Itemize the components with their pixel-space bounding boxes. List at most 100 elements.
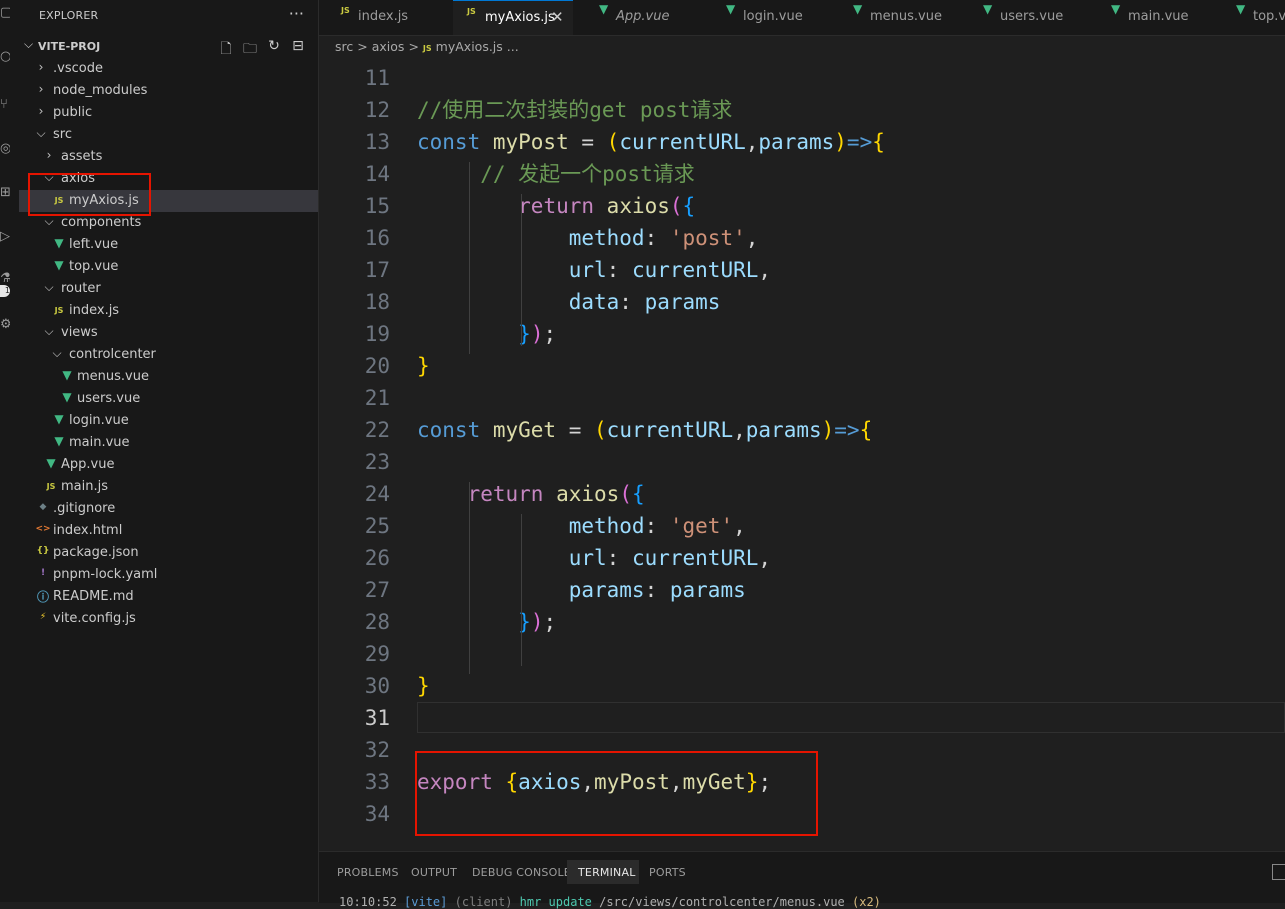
- code-token: (: [619, 482, 632, 506]
- tree-file[interactable]: ▼ top.vue: [19, 256, 318, 278]
- tree-folder[interactable]: › node_modules: [19, 80, 318, 102]
- breadcrumb-item[interactable]: axios: [372, 39, 405, 54]
- tab-myAxios-js[interactable]: JS myAxios.js ✕: [453, 0, 573, 35]
- tree-file[interactable]: ▼ menus.vue: [19, 366, 318, 388]
- tree-file[interactable]: JS myAxios.js: [19, 190, 318, 212]
- settings-icon[interactable]: ⚙: [0, 318, 10, 332]
- code-line: 24 return axios({: [319, 478, 1285, 510]
- chevron-down-icon: ⌵: [44, 214, 54, 228]
- remote-icon[interactable]: ▷: [0, 230, 10, 244]
- tree-file[interactable]: JS main.js: [19, 476, 318, 498]
- tab-label: myAxios.js: [485, 10, 555, 25]
- tree-item-label: pnpm-lock.yaml: [53, 567, 158, 582]
- workspace-root[interactable]: ⌵ VITE-PROJ 🗋 🗀 ↻ ⊟: [19, 36, 318, 58]
- bottom-panel: 10:10:52 [vite] (client) hmr update /src…: [319, 851, 1285, 909]
- tree-file[interactable]: ▼ users.vue: [19, 388, 318, 410]
- tree-folder[interactable]: ⌵ router: [19, 278, 318, 300]
- line-number: 25: [364, 514, 390, 538]
- code-token: data: [568, 290, 620, 314]
- testing-icon[interactable]: ⚗: [0, 272, 10, 286]
- js-file-icon: JS: [422, 44, 432, 53]
- tree-folder[interactable]: › assets: [19, 146, 318, 168]
- js-file-icon: JS: [54, 196, 64, 205]
- tree-file[interactable]: <> index.html: [19, 520, 318, 542]
- breadcrumb-item[interactable]: src: [335, 39, 353, 54]
- tree-item-label: login.vue: [69, 413, 129, 428]
- tree-folder[interactable]: ⌵ views: [19, 322, 318, 344]
- code-token: myGet: [492, 418, 557, 442]
- code-token: url: [568, 546, 607, 570]
- more-actions-icon[interactable]: ···: [289, 4, 304, 23]
- code-line: 16 method: 'post',: [319, 222, 1285, 254]
- tree-item-label: router: [61, 281, 101, 296]
- tree-file[interactable]: JS index.js: [19, 300, 318, 322]
- tree-file[interactable]: ▼ left.vue: [19, 234, 318, 256]
- tree-folder[interactable]: ⌵ src: [19, 124, 318, 146]
- code-text: //使用二次封装的get post请求: [417, 94, 732, 126]
- tab-menus-vue[interactable]: ▼ menus.vue: [831, 0, 961, 35]
- tree-item-label: .gitignore: [53, 501, 116, 516]
- panel-tab-debug-console[interactable]: DEBUG CONSOLE: [472, 866, 571, 879]
- indent-guide: [521, 194, 522, 346]
- code-line: 25 method: 'get',: [319, 510, 1285, 542]
- panel-layout-icon[interactable]: [1272, 864, 1285, 880]
- tree-file[interactable]: ▼ App.vue: [19, 454, 318, 476]
- terminal-token: /src/views/controlcenter/menus.vue: [599, 895, 852, 909]
- code-line: 30}: [319, 670, 1285, 702]
- tab-App-vue[interactable]: ▼ App.vue: [577, 0, 704, 35]
- code-token: myPost: [594, 770, 670, 794]
- line-number: 27: [364, 578, 390, 602]
- code-text: }: [417, 350, 430, 382]
- code-editor[interactable]: 11 12 //使用二次封装的get post请求 13 const myPost = …: [319, 62, 1285, 850]
- tab-label: login.vue: [743, 9, 803, 24]
- close-icon[interactable]: ✕: [551, 8, 564, 26]
- js-file-icon: JS: [46, 482, 56, 491]
- code-text: url: currentURL,: [417, 254, 771, 286]
- source-control-icon[interactable]: ⑂: [0, 98, 10, 112]
- code-token: myPost: [492, 130, 569, 154]
- tree-folder[interactable]: › public: [19, 102, 318, 124]
- code-text: });: [417, 606, 556, 638]
- panel-tab-output[interactable]: OUTPUT: [411, 866, 457, 879]
- explorer-title: EXPLORER: [39, 9, 99, 22]
- tree-item-label: package.json: [53, 545, 139, 560]
- tab-main-vue[interactable]: ▼ main.vue: [1089, 0, 1214, 35]
- tree-folder[interactable]: ⌵ axios: [19, 168, 318, 190]
- notification-badge: 1: [0, 285, 10, 297]
- code-token: ,: [581, 770, 595, 794]
- tree-item-label: README.md: [53, 589, 134, 604]
- breadcrumb-item[interactable]: ...: [507, 39, 519, 54]
- extensions-icon[interactable]: ⊞: [0, 186, 10, 200]
- tree-folder[interactable]: ⌵ components: [19, 212, 318, 234]
- indent-guide: [469, 162, 470, 354]
- vue-file-icon: ▼: [1111, 2, 1121, 16]
- tree-file[interactable]: {} package.json: [19, 542, 318, 564]
- tree-file[interactable]: ▼ login.vue: [19, 410, 318, 432]
- editor-tabs: JS index.js JS myAxios.js ✕ ▼ App.vue ▼ login.vu…: [319, 0, 1285, 36]
- tree-file[interactable]: ◆ .gitignore: [19, 498, 318, 520]
- tab-index-js[interactable]: JS index.js: [319, 0, 453, 35]
- panel-tab-ports[interactable]: PORTS: [649, 866, 686, 879]
- breadcrumb-item[interactable]: myAxios.js: [436, 39, 503, 54]
- panel-tab-problems[interactable]: PROBLEMS: [337, 866, 399, 879]
- code-text: export {axios,myPost,myGet};: [417, 766, 771, 798]
- activity-bar: ▢ ○ ⑂ ◎ ⊞ ▷ ⚗ ⚙ 1: [0, 0, 20, 902]
- search-icon[interactable]: ○: [0, 50, 10, 64]
- code-token: method: [568, 226, 645, 250]
- panel-tab-terminal[interactable]: TERMINAL: [578, 866, 636, 879]
- tree-folder[interactable]: › .vscode: [19, 58, 318, 80]
- tree-file[interactable]: ⓘ README.md: [19, 586, 318, 608]
- tree-folder[interactable]: ⌵ controlcenter: [19, 344, 318, 366]
- files-icon[interactable]: ▢: [0, 6, 10, 20]
- run-debug-icon[interactable]: ◎: [0, 142, 10, 156]
- tab-login-vue[interactable]: ▼ login.vue: [704, 0, 831, 35]
- tree-file[interactable]: ▼ main.vue: [19, 432, 318, 454]
- tab-top-vue[interactable]: ▼ top.vue: [1214, 0, 1285, 35]
- tree-file[interactable]: ⚡ vite.config.js: [19, 608, 318, 630]
- tab-users-vue[interactable]: ▼ users.vue: [961, 0, 1089, 35]
- code-token: ;: [543, 322, 557, 346]
- tree-file[interactable]: ! pnpm-lock.yaml: [19, 564, 318, 586]
